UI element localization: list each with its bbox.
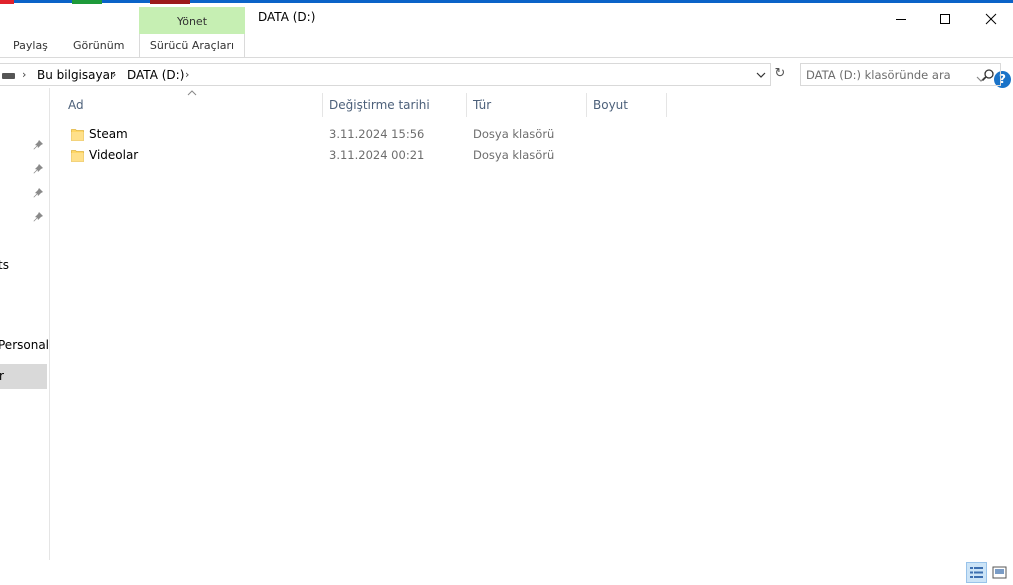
- refresh-icon[interactable]: ↻: [772, 66, 788, 82]
- breadcrumb-chevron-icon[interactable]: ›: [112, 68, 122, 82]
- breadcrumb-chevron-icon[interactable]: ›: [22, 68, 32, 82]
- search-input[interactable]: DATA (D:) klasöründe ara: [800, 63, 1001, 86]
- tab-view[interactable]: Görünüm: [73, 34, 124, 58]
- folder-icon: [71, 129, 84, 141]
- column-divider[interactable]: [666, 93, 667, 117]
- large-icons-view-button[interactable]: [990, 563, 1009, 582]
- table-row[interactable]: Videolar 3.11.2024 00:21 Dosya klasörü: [58, 145, 618, 166]
- file-name: Steam: [89, 127, 128, 141]
- file-type: Dosya klasörü: [473, 148, 555, 162]
- pin-icon[interactable]: [32, 163, 44, 175]
- pin-icon[interactable]: [32, 187, 44, 199]
- window-title: DATA (D:): [258, 10, 316, 24]
- address-dropdown-icon[interactable]: [754, 69, 768, 81]
- column-label: Ad: [68, 98, 84, 112]
- title-bar: Yönet DATA (D:): [0, 3, 1013, 36]
- nav-item-selected[interactable]: r: [0, 364, 47, 389]
- pin-icon[interactable]: [32, 211, 44, 223]
- file-explorer-window: Yönet DATA (D:) Paylaş Görünüm Sürücü Ar…: [0, 0, 1013, 585]
- search-icon[interactable]: [981, 68, 995, 82]
- drive-icon: [2, 73, 15, 79]
- breadcrumb-this-pc[interactable]: Bu bilgisayar: [37, 68, 115, 82]
- ribbon-divider: [0, 57, 1013, 58]
- file-name: Videolar: [89, 148, 139, 162]
- close-button[interactable]: [968, 3, 1013, 34]
- navigation-pane[interactable]: ts Personal r: [0, 88, 50, 560]
- file-date: 3.11.2024 00:21: [329, 148, 425, 162]
- large-icons-view-icon: [992, 566, 1007, 579]
- address-row: › Bu bilgisayar › DATA (D:) › ↻ DATA (D:…: [0, 63, 1013, 87]
- minimize-button[interactable]: [878, 3, 924, 34]
- column-header-size[interactable]: Boyut: [587, 95, 666, 117]
- file-type: Dosya klasörü: [473, 127, 555, 141]
- ribbon-tabs: Paylaş Görünüm Sürücü Araçları ?: [0, 34, 1013, 88]
- minimize-icon: [896, 18, 906, 20]
- column-label: Değiştirme tarihi: [329, 98, 430, 112]
- nav-item[interactable]: Personal: [0, 338, 49, 352]
- breadcrumb-chevron-icon[interactable]: ›: [185, 68, 195, 82]
- nav-item[interactable]: ts: [0, 258, 9, 272]
- column-label: Boyut: [593, 98, 628, 112]
- manage-contextual-tab[interactable]: Yönet: [139, 7, 245, 36]
- column-header-date[interactable]: Değiştirme tarihi: [323, 95, 466, 117]
- pin-icon[interactable]: [32, 139, 44, 151]
- folder-icon: [71, 150, 84, 162]
- maximize-button[interactable]: [922, 3, 968, 34]
- file-date: 3.11.2024 15:56: [329, 127, 425, 141]
- search-placeholder: DATA (D:) klasöründe ara: [806, 68, 951, 82]
- column-header-name[interactable]: Ad: [60, 95, 322, 117]
- column-header-type[interactable]: Tür: [467, 95, 586, 117]
- tab-share[interactable]: Paylaş: [13, 34, 48, 58]
- nav-item-label: r: [0, 369, 4, 383]
- close-icon: [985, 13, 997, 24]
- tab-drive-tools[interactable]: Sürücü Araçları: [139, 34, 245, 58]
- column-label: Tür: [473, 98, 492, 112]
- address-bar[interactable]: › Bu bilgisayar › DATA (D:) ›: [0, 63, 771, 86]
- maximize-icon: [940, 13, 950, 24]
- details-view-button[interactable]: [966, 562, 987, 583]
- breadcrumb-data-drive[interactable]: DATA (D:): [127, 68, 184, 82]
- table-row[interactable]: Steam 3.11.2024 15:56 Dosya klasörü: [58, 124, 618, 145]
- details-view-icon: [970, 567, 983, 578]
